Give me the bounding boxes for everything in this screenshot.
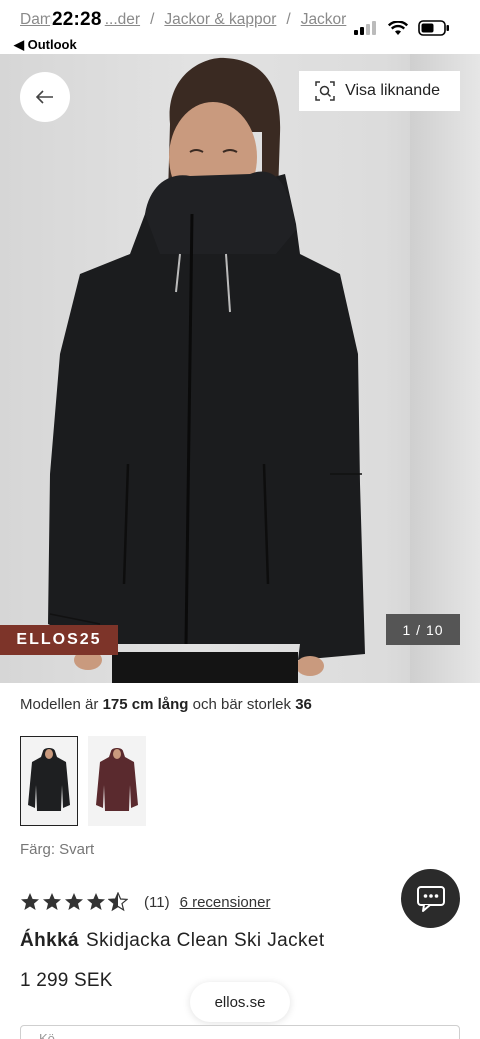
back-to-app-link[interactable]: ◀ Outlook	[14, 37, 77, 53]
star-icon	[65, 893, 83, 910]
breadcrumb-item-jackor[interactable]: Jackor	[301, 11, 347, 28]
arrow-left-icon	[36, 90, 53, 104]
rating-stars	[20, 892, 128, 912]
swatch-burgundy[interactable]	[88, 736, 146, 826]
breadcrumb-item-jackor-kappor[interactable]: Jackor & kappor	[164, 11, 276, 28]
breadcrumb-item-dam[interactable]: Dam	[20, 11, 53, 28]
status-time: 22:28	[50, 9, 104, 31]
breadcrumb-separator: /	[286, 11, 291, 28]
star-icon	[43, 893, 61, 910]
jacket-thumbnail-burgundy	[96, 748, 138, 811]
breadcrumb-item-kl[interactable]: ...der	[105, 11, 140, 28]
product-image[interactable]: Visa liknande ELLOS25 1 / 10	[0, 54, 480, 683]
size-selector-partial[interactable]: Kö...	[20, 1025, 460, 1039]
back-button[interactable]	[20, 72, 70, 122]
selected-color-label: Färg: Svart	[20, 841, 95, 858]
product-brand[interactable]: Áhkká	[20, 930, 79, 951]
model-height: 175 cm lång	[102, 696, 189, 713]
size-selector-text: Kö...	[39, 1031, 66, 1039]
breadcrumb-separator: /	[150, 11, 155, 28]
visual-search-icon	[315, 81, 335, 101]
reviews-link[interactable]: 6 recensioner	[180, 894, 271, 911]
model-size-info: Modellen är 175 cm lång och bär storlek …	[20, 696, 312, 713]
cellular-signal-icon	[354, 21, 376, 35]
star-icon	[21, 893, 39, 910]
swatch-black[interactable]	[20, 736, 78, 826]
model-info-prefix: Modellen är	[20, 696, 99, 713]
promo-code-badge: ELLOS25	[0, 625, 118, 655]
jacket-thumbnail-black	[28, 748, 70, 811]
status-icons	[354, 20, 450, 36]
address-bar[interactable]: ellos.se	[190, 982, 290, 1022]
show-similar-label: Visa liknande	[345, 82, 440, 99]
product-name: Skidjacka Clean Ski Jacket	[86, 930, 325, 951]
battery-icon	[418, 20, 449, 36]
model-size: 36	[295, 696, 312, 713]
product-title: Áhkká Skidjacka Clean Ski Jacket	[20, 930, 325, 952]
rating-count: (11)	[144, 893, 170, 911]
rating-row: (11) 6 recensioner	[20, 891, 270, 913]
chat-icon	[416, 885, 445, 912]
show-similar-button[interactable]: Visa liknande	[299, 71, 460, 111]
model-wearing-jacket	[48, 57, 365, 683]
model-info-middle: och bär storlek	[192, 696, 292, 713]
half-star-icon	[108, 892, 128, 912]
color-swatches	[20, 736, 146, 826]
chat-button[interactable]	[401, 869, 460, 928]
image-counter: 1 / 10	[386, 614, 460, 645]
wifi-icon	[388, 20, 408, 35]
star-icon	[87, 893, 105, 910]
top-bar: Dam ...der / Jackor & kappor / Jackor 22:28 ◀…	[0, 0, 480, 54]
product-price: 1 299 SEK	[20, 970, 113, 991]
